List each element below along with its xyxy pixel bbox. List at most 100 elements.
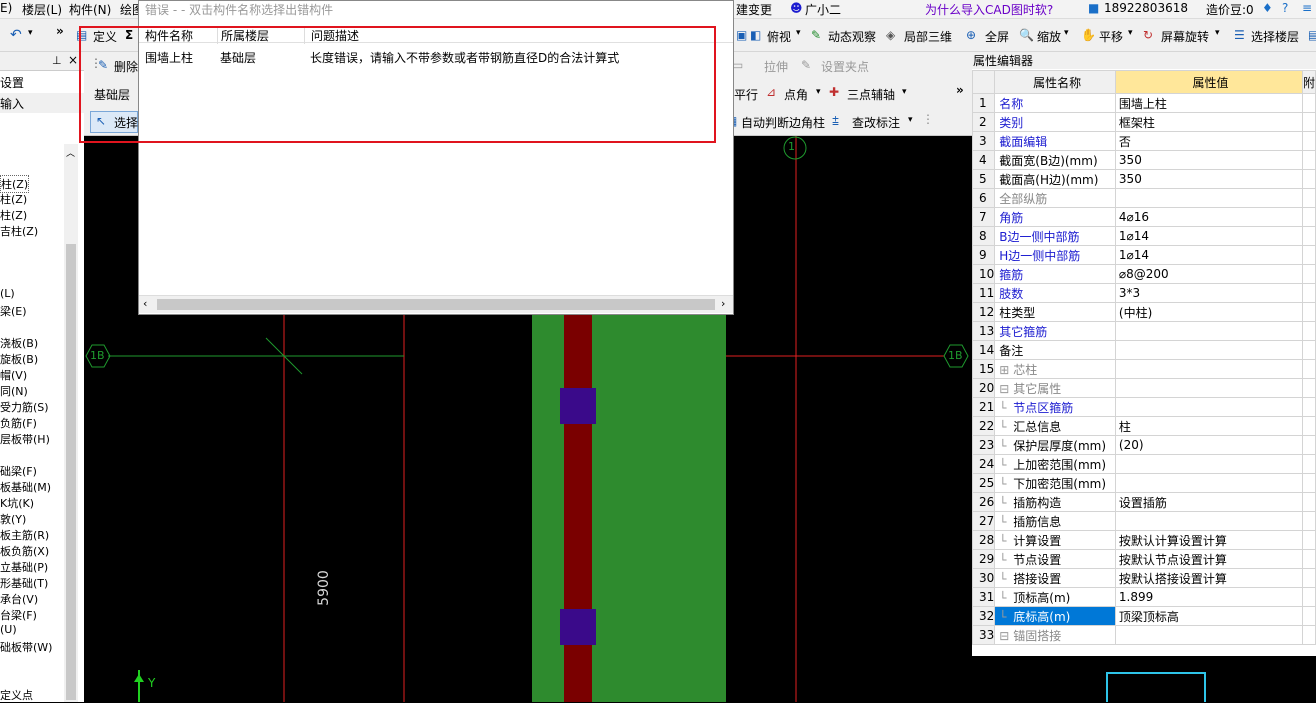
dynamic-view-button[interactable]: 动态观察: [828, 28, 876, 45]
stretch-button[interactable]: 拉伸: [764, 58, 788, 75]
property-row[interactable]: 25 └ 下加密范围(mm): [971, 473, 1316, 493]
property-name[interactable]: 柱类型: [994, 302, 1116, 322]
property-row[interactable]: 11 肢数 3*3: [971, 283, 1316, 303]
tree-item[interactable]: 帽(V): [0, 367, 27, 383]
property-value[interactable]: [1114, 397, 1303, 417]
chevron-down-icon[interactable]: ▾: [1215, 28, 1220, 38]
undo-icon[interactable]: ↶: [10, 27, 22, 43]
tree-item[interactable]: 负筋(F): [0, 415, 37, 431]
chevron-down-icon[interactable]: ▾: [796, 28, 801, 38]
menu-item-component[interactable]: 构件(N): [69, 1, 111, 18]
chevron-down-icon[interactable]: ▾: [816, 87, 821, 97]
property-row[interactable]: 5 截面高(H边)(mm) 350: [971, 169, 1316, 189]
property-value[interactable]: [1114, 473, 1303, 493]
tree-item[interactable]: 敦(Y): [0, 511, 26, 527]
property-row[interactable]: 3 截面编辑 否: [971, 131, 1316, 151]
tree-item[interactable]: 旋板(B): [0, 351, 38, 367]
property-name[interactable]: 肢数: [994, 283, 1116, 303]
set-point-button[interactable]: 设置夹点: [821, 58, 869, 75]
property-name[interactable]: 截面宽(B边)(mm): [994, 150, 1116, 170]
property-name[interactable]: 角筋: [994, 207, 1116, 227]
more-icon[interactable]: ▤: [1308, 28, 1316, 42]
tree-item[interactable]: 浇板(B): [0, 335, 38, 351]
property-value[interactable]: 按默认节点设置计算: [1114, 549, 1303, 569]
property-row[interactable]: 12 柱类型 (中柱): [971, 302, 1316, 322]
left-scrollbar[interactable]: ︿: [64, 144, 78, 702]
property-name[interactable]: 备注: [994, 340, 1116, 360]
collapse-icon[interactable]: ⊟: [999, 629, 1013, 643]
property-row[interactable]: 26 └ 插筋构造 设置插筋: [971, 492, 1316, 512]
menu-item-change[interactable]: 建变更: [736, 1, 772, 18]
property-name[interactable]: └ 顶标高(m): [994, 587, 1116, 607]
expand-icon[interactable]: ⊞: [999, 363, 1013, 377]
property-row[interactable]: 6 全部纵筋: [971, 188, 1316, 208]
property-name[interactable]: 名称: [994, 93, 1116, 113]
property-value[interactable]: 顶梁顶标高: [1114, 606, 1303, 626]
property-value[interactable]: 框架柱: [1114, 112, 1303, 132]
tree-item[interactable]: 础板带(W): [0, 639, 52, 655]
chevron-right-icon[interactable]: ›: [721, 297, 725, 310]
property-value[interactable]: [1114, 321, 1303, 341]
point-angle-button[interactable]: 点角: [784, 86, 808, 103]
property-row[interactable]: 14 备注: [971, 340, 1316, 360]
tree-item[interactable]: 板负筋(X): [0, 543, 49, 559]
property-row[interactable]: 9 H边一侧中部筋 1⌀14: [971, 245, 1316, 265]
chevron-down-icon[interactable]: ▾: [1064, 28, 1069, 38]
tree-item[interactable]: 吉柱(Z): [0, 223, 38, 239]
scroll-thumb[interactable]: [66, 244, 76, 700]
scroll-thumb[interactable]: [157, 299, 715, 310]
select-floor-button[interactable]: 选择楼层: [1251, 28, 1299, 45]
top-view-button[interactable]: 俯视: [767, 28, 791, 45]
property-name[interactable]: 类别: [994, 112, 1116, 132]
tree-item[interactable]: 立基础(P): [0, 559, 48, 575]
tree-item[interactable]: 础梁(F): [0, 463, 37, 479]
property-row[interactable]: 29 └ 节点设置 按默认节点设置计算: [971, 549, 1316, 569]
assistant-icon[interactable]: ☻: [790, 1, 803, 15]
close-icon[interactable]: ×: [68, 53, 78, 67]
tree-item[interactable]: (L): [0, 287, 15, 300]
input-label[interactable]: 输入: [0, 95, 24, 112]
property-row[interactable]: 30 └ 搭接设置 按默认搭接设置计算: [971, 568, 1316, 588]
auto-judge-button[interactable]: 自动判断边角柱: [741, 114, 825, 131]
property-name[interactable]: H边一侧中部筋: [994, 245, 1116, 265]
property-value[interactable]: [1114, 625, 1303, 645]
help-icon[interactable]: ?: [1282, 1, 1288, 15]
tree-item[interactable]: 形基础(T): [0, 575, 48, 591]
property-name[interactable]: └ 底标高(m): [994, 606, 1116, 626]
property-row[interactable]: 31 └ 顶标高(m) 1.899: [971, 587, 1316, 607]
property-value[interactable]: [1114, 378, 1303, 398]
property-name[interactable]: └ 计算设置: [994, 530, 1116, 550]
property-row[interactable]: 7 角筋 4⌀16: [971, 207, 1316, 227]
zoom-button[interactable]: 缩放: [1037, 28, 1061, 45]
property-value[interactable]: 围墙上柱: [1114, 93, 1303, 113]
property-row[interactable]: 10 箍筋 ⌀8@200: [971, 264, 1316, 284]
property-value[interactable]: ⌀8@200: [1114, 264, 1303, 284]
property-row[interactable]: 4 截面宽(B边)(mm) 350: [971, 150, 1316, 170]
property-value[interactable]: 柱: [1114, 416, 1303, 436]
property-value[interactable]: 1.899: [1114, 587, 1303, 607]
screen-rotate-button[interactable]: 屏幕旋转: [1161, 28, 1209, 45]
property-name[interactable]: 其它箍筋: [994, 321, 1116, 341]
property-row[interactable]: 23 └ 保护层厚度(mm) (20): [971, 435, 1316, 455]
dialog-hscrollbar[interactable]: ‹ ›: [139, 295, 733, 313]
property-value[interactable]: 按默认计算设置计算: [1114, 530, 1303, 550]
chevron-up-icon[interactable]: ︿: [66, 146, 75, 159]
property-value[interactable]: 按默认搭接设置计算: [1114, 568, 1303, 588]
property-name[interactable]: └ 汇总信息: [994, 416, 1116, 436]
collapse-icon[interactable]: ⊟: [999, 382, 1013, 396]
property-name[interactable]: ⊟ 锚固搭接: [994, 625, 1116, 645]
menu-item-floor[interactable]: 楼层(L): [22, 1, 62, 18]
bell-icon[interactable]: ♦: [1262, 1, 1273, 15]
property-name[interactable]: └ 保护层厚度(mm): [994, 435, 1116, 455]
tree-item[interactable]: 承台(V): [0, 591, 38, 607]
chevron-down-icon[interactable]: ▾: [902, 87, 907, 97]
three-point-axis-button[interactable]: 三点辅轴: [847, 86, 895, 103]
property-value[interactable]: 4⌀16: [1114, 207, 1303, 227]
property-value[interactable]: [1114, 359, 1303, 379]
property-row[interactable]: 22 └ 汇总信息 柱: [971, 416, 1316, 436]
property-row[interactable]: 24 └ 上加密范围(mm): [971, 454, 1316, 474]
menu-item-assistant[interactable]: 广小二: [805, 1, 841, 18]
property-value[interactable]: [1114, 188, 1303, 208]
property-value[interactable]: [1114, 454, 1303, 474]
property-name[interactable]: 截面编辑: [994, 131, 1116, 151]
